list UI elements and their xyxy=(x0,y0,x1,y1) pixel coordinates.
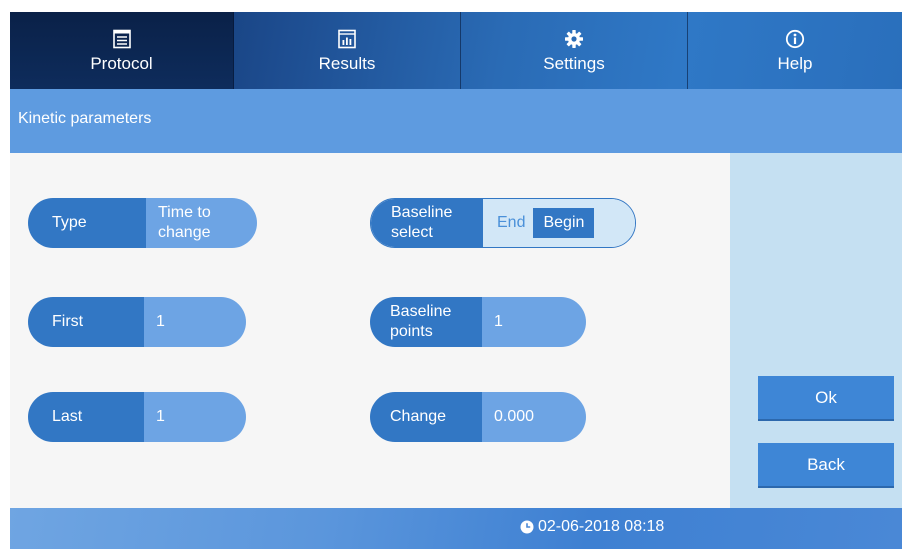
baseline-points-label: Baseline points xyxy=(370,297,482,347)
type-value-line2: change xyxy=(158,224,211,241)
tab-protocol-label: Protocol xyxy=(90,53,153,73)
datetime-text: 02-06-2018 08:18 xyxy=(538,518,665,535)
type-field[interactable]: Type Time to change xyxy=(28,198,257,248)
datetime-display: 02-06-2018 08:18 xyxy=(520,518,664,536)
app-window: Protocol Results Settings Help Kinetic p… xyxy=(10,12,902,549)
change-field[interactable]: Change 0.000 xyxy=(370,392,586,442)
baseline-option-begin[interactable]: Begin xyxy=(533,208,595,238)
tab-protocol[interactable]: Protocol xyxy=(10,12,234,89)
tab-results-label: Results xyxy=(318,53,376,73)
baseline-select-toggle[interactable]: End Begin xyxy=(483,199,635,247)
status-footer: 02-06-2018 08:18 xyxy=(10,508,902,549)
tab-results[interactable]: Results xyxy=(234,12,461,89)
clock-icon xyxy=(520,520,534,534)
title-bar: Kinetic parameters xyxy=(10,89,902,153)
back-button[interactable]: Back xyxy=(758,443,894,488)
change-value[interactable]: 0.000 xyxy=(482,392,586,442)
first-field[interactable]: First 1 xyxy=(28,297,246,347)
baseline-select-field[interactable]: Baseline select End Begin xyxy=(370,198,636,248)
results-chart-icon xyxy=(336,28,358,50)
type-label: Type xyxy=(28,198,146,248)
baseline-option-end[interactable]: End xyxy=(493,214,529,232)
tab-help-label: Help xyxy=(777,53,813,73)
type-value[interactable]: Time to change xyxy=(146,198,257,248)
baseline-points-label-line2: points xyxy=(390,323,433,340)
last-label: Last xyxy=(28,392,144,442)
baseline-select-label: Baseline select xyxy=(371,199,483,247)
tab-settings[interactable]: Settings xyxy=(461,12,688,89)
tab-help[interactable]: Help xyxy=(688,12,902,89)
baseline-points-value[interactable]: 1 xyxy=(482,297,586,347)
change-label: Change xyxy=(370,392,482,442)
gear-icon xyxy=(563,28,585,50)
baseline-select-label-line1: Baseline xyxy=(391,204,453,221)
tab-settings-label: Settings xyxy=(543,53,605,73)
info-icon xyxy=(784,28,806,50)
baseline-points-label-line1: Baseline xyxy=(390,303,452,320)
first-value[interactable]: 1 xyxy=(144,297,246,347)
page-title: Kinetic parameters xyxy=(18,110,152,127)
protocol-icon xyxy=(111,28,133,50)
baseline-points-field[interactable]: Baseline points 1 xyxy=(370,297,586,347)
last-field[interactable]: Last 1 xyxy=(28,392,246,442)
top-nav: Protocol Results Settings Help xyxy=(10,12,902,89)
baseline-select-label-line2: select xyxy=(391,224,433,241)
type-value-line1: Time to xyxy=(158,204,211,221)
ok-button[interactable]: Ok xyxy=(758,376,894,421)
last-value[interactable]: 1 xyxy=(144,392,246,442)
first-label: First xyxy=(28,297,144,347)
parameter-panel: Type Time to change First 1 Last 1 Basel… xyxy=(10,153,730,508)
